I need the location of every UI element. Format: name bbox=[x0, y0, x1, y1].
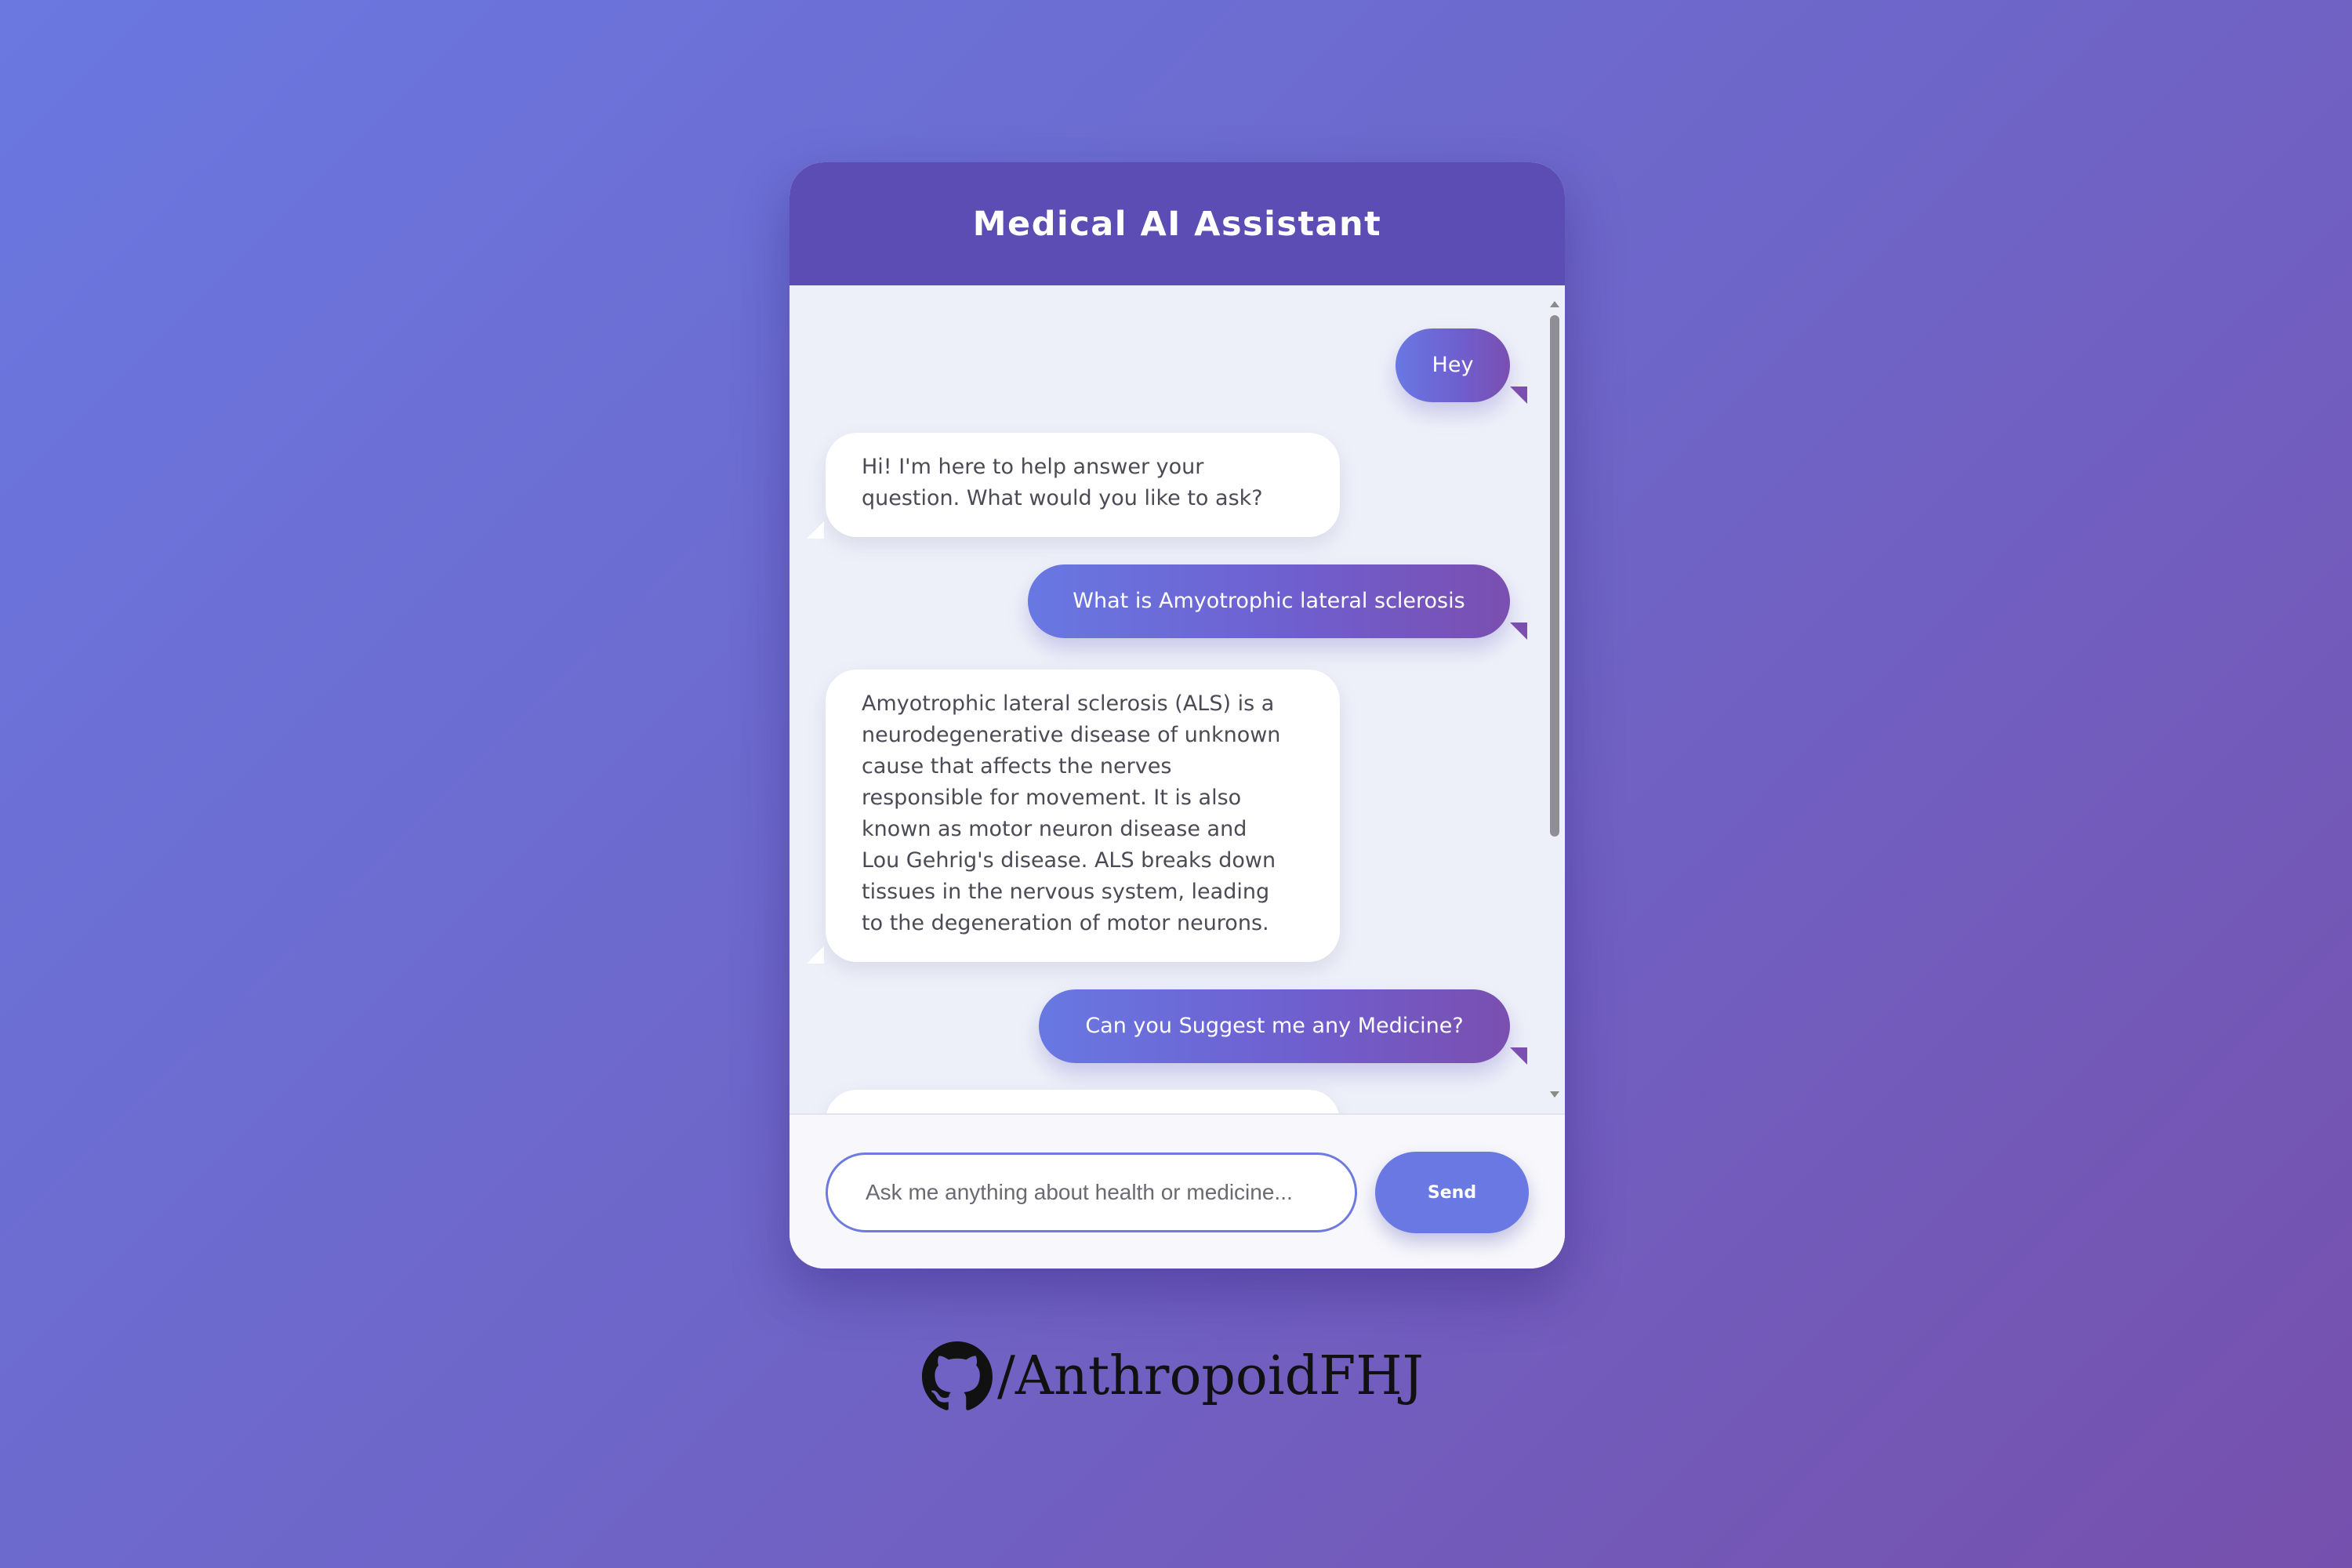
github-username: /AnthropoidFHJ bbox=[997, 1345, 1424, 1407]
github-icon bbox=[922, 1341, 993, 1410]
bubble-tail bbox=[807, 946, 824, 964]
github-credit[interactable]: /AnthropoidFHJ bbox=[922, 1338, 1424, 1416]
bot-message-line: neurodegenerative disease of unknown bbox=[862, 723, 1281, 747]
user-message-text: What is Amyotrophic lateral sclerosis bbox=[1073, 589, 1465, 613]
bot-message: Hi! I'm here to help answer your questio… bbox=[807, 433, 1340, 539]
bot-message-line: Hi! I'm here to help answer your bbox=[862, 455, 1204, 479]
chat-title: Medical AI Assistant bbox=[972, 204, 1382, 244]
chat-composer: Send bbox=[789, 1113, 1565, 1269]
bot-message-line: to the degeneration of motor neurons. bbox=[862, 911, 1269, 935]
user-message: What is Amyotrophic lateral sclerosis bbox=[1028, 564, 1527, 640]
bubble-tail bbox=[1510, 387, 1527, 404]
bubble-tail bbox=[807, 521, 824, 539]
bot-message-line: known as motor neuron disease and bbox=[862, 817, 1247, 841]
scroll-down-arrow-icon[interactable] bbox=[1550, 1091, 1559, 1098]
bot-message-line: question. What would you like to ask? bbox=[862, 486, 1263, 510]
bot-message-line: cause that affects the nerves bbox=[862, 754, 1172, 779]
scroll-up-arrow-icon[interactable] bbox=[1550, 301, 1559, 307]
bubble-tail bbox=[1510, 1047, 1527, 1065]
send-button[interactable]: Send bbox=[1375, 1152, 1529, 1233]
bot-message-line: Amyotrophic lateral sclerosis (ALS) is a bbox=[862, 691, 1275, 716]
scrollbar-thumb[interactable] bbox=[1550, 315, 1559, 837]
bot-message-line: tissues in the nervous system, leading bbox=[862, 880, 1270, 904]
message-input[interactable] bbox=[826, 1152, 1357, 1232]
bot-message: Amyotrophic lateral sclerosis (ALS) is a… bbox=[807, 670, 1340, 964]
chat-messages[interactable]: Hey Hi! I'm here to help answer your que… bbox=[789, 285, 1565, 1113]
user-message-text: Hey bbox=[1432, 353, 1474, 377]
chat-header: Medical AI Assistant bbox=[789, 162, 1565, 285]
scrollbar[interactable] bbox=[1543, 285, 1565, 1113]
user-message: Can you Suggest me any Medicine? bbox=[1039, 989, 1527, 1065]
bot-message-line: Lou Gehrig's disease. ALS breaks down bbox=[862, 848, 1276, 873]
bot-message-partial bbox=[826, 1090, 1340, 1113]
user-message: Hey bbox=[1396, 328, 1527, 404]
bot-message-line: responsible for movement. It is also bbox=[862, 786, 1242, 810]
chat-window: Medical AI Assistant Hey Hi! I'm here to… bbox=[789, 162, 1565, 1269]
user-message-text: Can you Suggest me any Medicine? bbox=[1085, 1014, 1464, 1038]
bubble-tail bbox=[1510, 622, 1527, 640]
